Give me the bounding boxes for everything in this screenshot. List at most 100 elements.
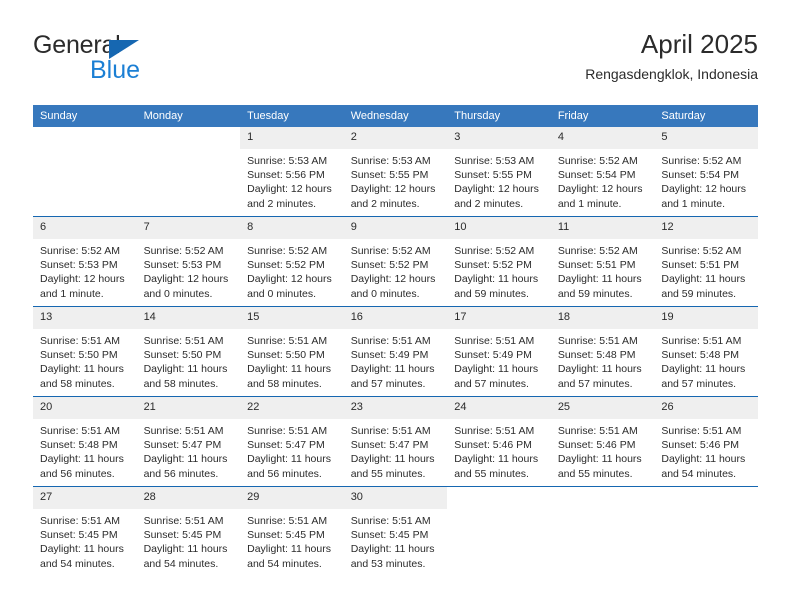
- day-cell[interactable]: [654, 486, 758, 576]
- day-number: 13: [33, 307, 137, 329]
- sunrise-text: Sunrise: 5:51 AM: [247, 335, 328, 347]
- day-details: Sunrise: 5:51 AM Sunset: 5:50 PM Dayligh…: [33, 329, 137, 391]
- calendar-week-row: 13 Sunrise: 5:51 AM Sunset: 5:50 PM Dayl…: [33, 306, 758, 397]
- day-details: Sunrise: 5:51 AM Sunset: 5:46 PM Dayligh…: [654, 419, 758, 481]
- daylight-text: Daylight: 12 hours and 1 minute.: [557, 183, 643, 210]
- day-cell[interactable]: 15 Sunrise: 5:51 AM Sunset: 5:50 PM Dayl…: [240, 306, 344, 397]
- day-cell[interactable]: 1 Sunrise: 5:53 AM Sunset: 5:56 PM Dayli…: [240, 127, 344, 217]
- sunset-text: Sunset: 5:48 PM: [40, 439, 118, 452]
- day-cell[interactable]: 29 Sunrise: 5:51 AM Sunset: 5:45 PM Dayl…: [240, 486, 344, 576]
- sunset-text: Sunset: 5:54 PM: [661, 169, 740, 182]
- day-cell[interactable]: 10 Sunrise: 5:52 AM Sunset: 5:52 PM Dayl…: [447, 216, 551, 307]
- sunrise-text: Sunrise: 5:51 AM: [143, 425, 224, 437]
- day-cell[interactable]: 22 Sunrise: 5:51 AM Sunset: 5:47 PM Dayl…: [240, 396, 344, 487]
- sunrise-text: Sunrise: 5:53 AM: [454, 155, 535, 167]
- sunset-text: Sunset: 5:53 PM: [40, 259, 118, 272]
- day-cell[interactable]: 2 Sunrise: 5:53 AM Sunset: 5:55 PM Dayli…: [343, 127, 448, 217]
- sunset-text: Sunset: 5:50 PM: [40, 349, 118, 362]
- day-cell[interactable]: 18 Sunrise: 5:51 AM Sunset: 5:48 PM Dayl…: [550, 306, 655, 397]
- sunset-text: Sunset: 5:55 PM: [454, 169, 532, 182]
- general-blue-logo: General Blue: [33, 32, 263, 88]
- daylight-text: Daylight: 12 hours and 0 minutes.: [247, 273, 332, 300]
- day-cell[interactable]: 16 Sunrise: 5:51 AM Sunset: 5:49 PM Dayl…: [343, 306, 448, 397]
- sunrise-text: Sunrise: 5:52 AM: [454, 245, 535, 257]
- day-cell[interactable]: [447, 486, 551, 576]
- day-number: 8: [240, 217, 344, 239]
- weekday-header-wednesday: Wednesday: [343, 105, 448, 127]
- day-details: Sunrise: 5:51 AM Sunset: 5:48 PM Dayligh…: [654, 329, 758, 391]
- sunset-text: Sunset: 5:55 PM: [350, 169, 429, 182]
- day-details: Sunrise: 5:51 AM Sunset: 5:48 PM Dayligh…: [551, 329, 655, 391]
- day-number: 3: [447, 127, 551, 149]
- sunrise-text: Sunrise: 5:52 AM: [557, 245, 638, 257]
- day-cell[interactable]: 11 Sunrise: 5:52 AM Sunset: 5:51 PM Dayl…: [550, 216, 655, 307]
- daylight-text: Daylight: 11 hours and 59 minutes.: [661, 273, 746, 300]
- day-details: Sunrise: 5:51 AM Sunset: 5:46 PM Dayligh…: [551, 419, 655, 481]
- day-cell[interactable]: 3 Sunrise: 5:53 AM Sunset: 5:55 PM Dayli…: [447, 127, 551, 217]
- sunset-text: Sunset: 5:47 PM: [143, 439, 222, 452]
- day-cell[interactable]: 6 Sunrise: 5:52 AM Sunset: 5:53 PM Dayli…: [33, 216, 137, 307]
- day-details: Sunrise: 5:51 AM Sunset: 5:47 PM Dayligh…: [137, 419, 241, 481]
- daylight-text: Daylight: 11 hours and 57 minutes.: [661, 363, 746, 390]
- day-cell[interactable]: 21 Sunrise: 5:51 AM Sunset: 5:47 PM Dayl…: [136, 396, 241, 487]
- day-number: 28: [136, 487, 241, 509]
- daylight-text: Daylight: 11 hours and 54 minutes.: [40, 543, 124, 570]
- day-cell[interactable]: 7 Sunrise: 5:52 AM Sunset: 5:53 PM Dayli…: [136, 216, 241, 307]
- day-cell[interactable]: 23 Sunrise: 5:51 AM Sunset: 5:47 PM Dayl…: [343, 396, 448, 487]
- logo-text-general: General: [33, 31, 121, 59]
- day-cell[interactable]: 30 Sunrise: 5:51 AM Sunset: 5:45 PM Dayl…: [343, 486, 448, 576]
- sunrise-text: Sunrise: 5:52 AM: [350, 245, 431, 257]
- daylight-text: Daylight: 12 hours and 1 minute.: [40, 273, 125, 300]
- day-cell[interactable]: 25 Sunrise: 5:51 AM Sunset: 5:46 PM Dayl…: [550, 396, 655, 487]
- sunrise-text: Sunrise: 5:51 AM: [454, 425, 535, 437]
- day-number: 24: [447, 397, 551, 419]
- day-cell[interactable]: 27 Sunrise: 5:51 AM Sunset: 5:45 PM Dayl…: [33, 486, 137, 576]
- sunrise-text: Sunrise: 5:51 AM: [40, 425, 120, 437]
- sunset-text: Sunset: 5:46 PM: [454, 439, 532, 452]
- day-cell[interactable]: 19 Sunrise: 5:51 AM Sunset: 5:48 PM Dayl…: [654, 306, 758, 397]
- daylight-text: Daylight: 12 hours and 2 minutes.: [454, 183, 539, 210]
- day-cell[interactable]: 12 Sunrise: 5:52 AM Sunset: 5:51 PM Dayl…: [654, 216, 758, 307]
- day-details: Sunrise: 5:52 AM Sunset: 5:54 PM Dayligh…: [654, 149, 758, 211]
- day-cell[interactable]: 24 Sunrise: 5:51 AM Sunset: 5:46 PM Dayl…: [447, 396, 551, 487]
- day-cell[interactable]: 14 Sunrise: 5:51 AM Sunset: 5:50 PM Dayl…: [136, 306, 241, 397]
- day-cell[interactable]: 20 Sunrise: 5:51 AM Sunset: 5:48 PM Dayl…: [33, 396, 137, 487]
- sunrise-text: Sunrise: 5:52 AM: [247, 245, 328, 257]
- day-cell[interactable]: [33, 127, 137, 217]
- day-details: Sunrise: 5:51 AM Sunset: 5:50 PM Dayligh…: [240, 329, 344, 391]
- sunrise-text: Sunrise: 5:51 AM: [557, 425, 638, 437]
- sunset-text: Sunset: 5:45 PM: [40, 529, 118, 542]
- daylight-text: Daylight: 11 hours and 55 minutes.: [557, 453, 642, 480]
- day-cell[interactable]: 5 Sunrise: 5:52 AM Sunset: 5:54 PM Dayli…: [654, 127, 758, 217]
- daylight-text: Daylight: 11 hours and 57 minutes.: [557, 363, 642, 390]
- day-number: 7: [136, 217, 241, 239]
- day-number: 30: [343, 487, 448, 509]
- day-number: 11: [550, 217, 655, 239]
- day-cell[interactable]: 4 Sunrise: 5:52 AM Sunset: 5:54 PM Dayli…: [550, 127, 655, 217]
- day-cell[interactable]: 9 Sunrise: 5:52 AM Sunset: 5:52 PM Dayli…: [343, 216, 448, 307]
- day-number: 16: [343, 307, 448, 329]
- day-cell[interactable]: [136, 127, 241, 217]
- day-number: 4: [550, 127, 655, 149]
- title-block: April 2025 Rengasdengklok, Indonesia: [585, 28, 758, 84]
- day-cell[interactable]: 26 Sunrise: 5:51 AM Sunset: 5:46 PM Dayl…: [654, 396, 758, 487]
- daylight-text: Daylight: 11 hours and 56 minutes.: [40, 453, 124, 480]
- daylight-text: Daylight: 11 hours and 59 minutes.: [557, 273, 642, 300]
- sunrise-text: Sunrise: 5:52 AM: [661, 245, 742, 257]
- day-cell[interactable]: [550, 486, 655, 576]
- daylight-text: Daylight: 11 hours and 59 minutes.: [454, 273, 539, 300]
- day-cell[interactable]: 13 Sunrise: 5:51 AM Sunset: 5:50 PM Dayl…: [33, 306, 137, 397]
- sunrise-text: Sunrise: 5:51 AM: [350, 515, 431, 527]
- calendar-week-row: 27 Sunrise: 5:51 AM Sunset: 5:45 PM Dayl…: [33, 486, 758, 576]
- sunset-text: Sunset: 5:52 PM: [247, 259, 325, 272]
- daylight-text: Daylight: 11 hours and 54 minutes.: [143, 543, 228, 570]
- day-cell[interactable]: 8 Sunrise: 5:52 AM Sunset: 5:52 PM Dayli…: [240, 216, 344, 307]
- calendar-body: 1 Sunrise: 5:53 AM Sunset: 5:56 PM Dayli…: [33, 127, 758, 576]
- day-cell[interactable]: 28 Sunrise: 5:51 AM Sunset: 5:45 PM Dayl…: [136, 486, 241, 576]
- sunset-text: Sunset: 5:45 PM: [143, 529, 222, 542]
- day-cell[interactable]: 17 Sunrise: 5:51 AM Sunset: 5:49 PM Dayl…: [447, 306, 551, 397]
- daylight-text: Daylight: 11 hours and 54 minutes.: [247, 543, 331, 570]
- weekday-header-saturday: Saturday: [654, 105, 758, 127]
- sunrise-text: Sunrise: 5:51 AM: [557, 335, 638, 347]
- sunrise-text: Sunrise: 5:51 AM: [661, 335, 742, 347]
